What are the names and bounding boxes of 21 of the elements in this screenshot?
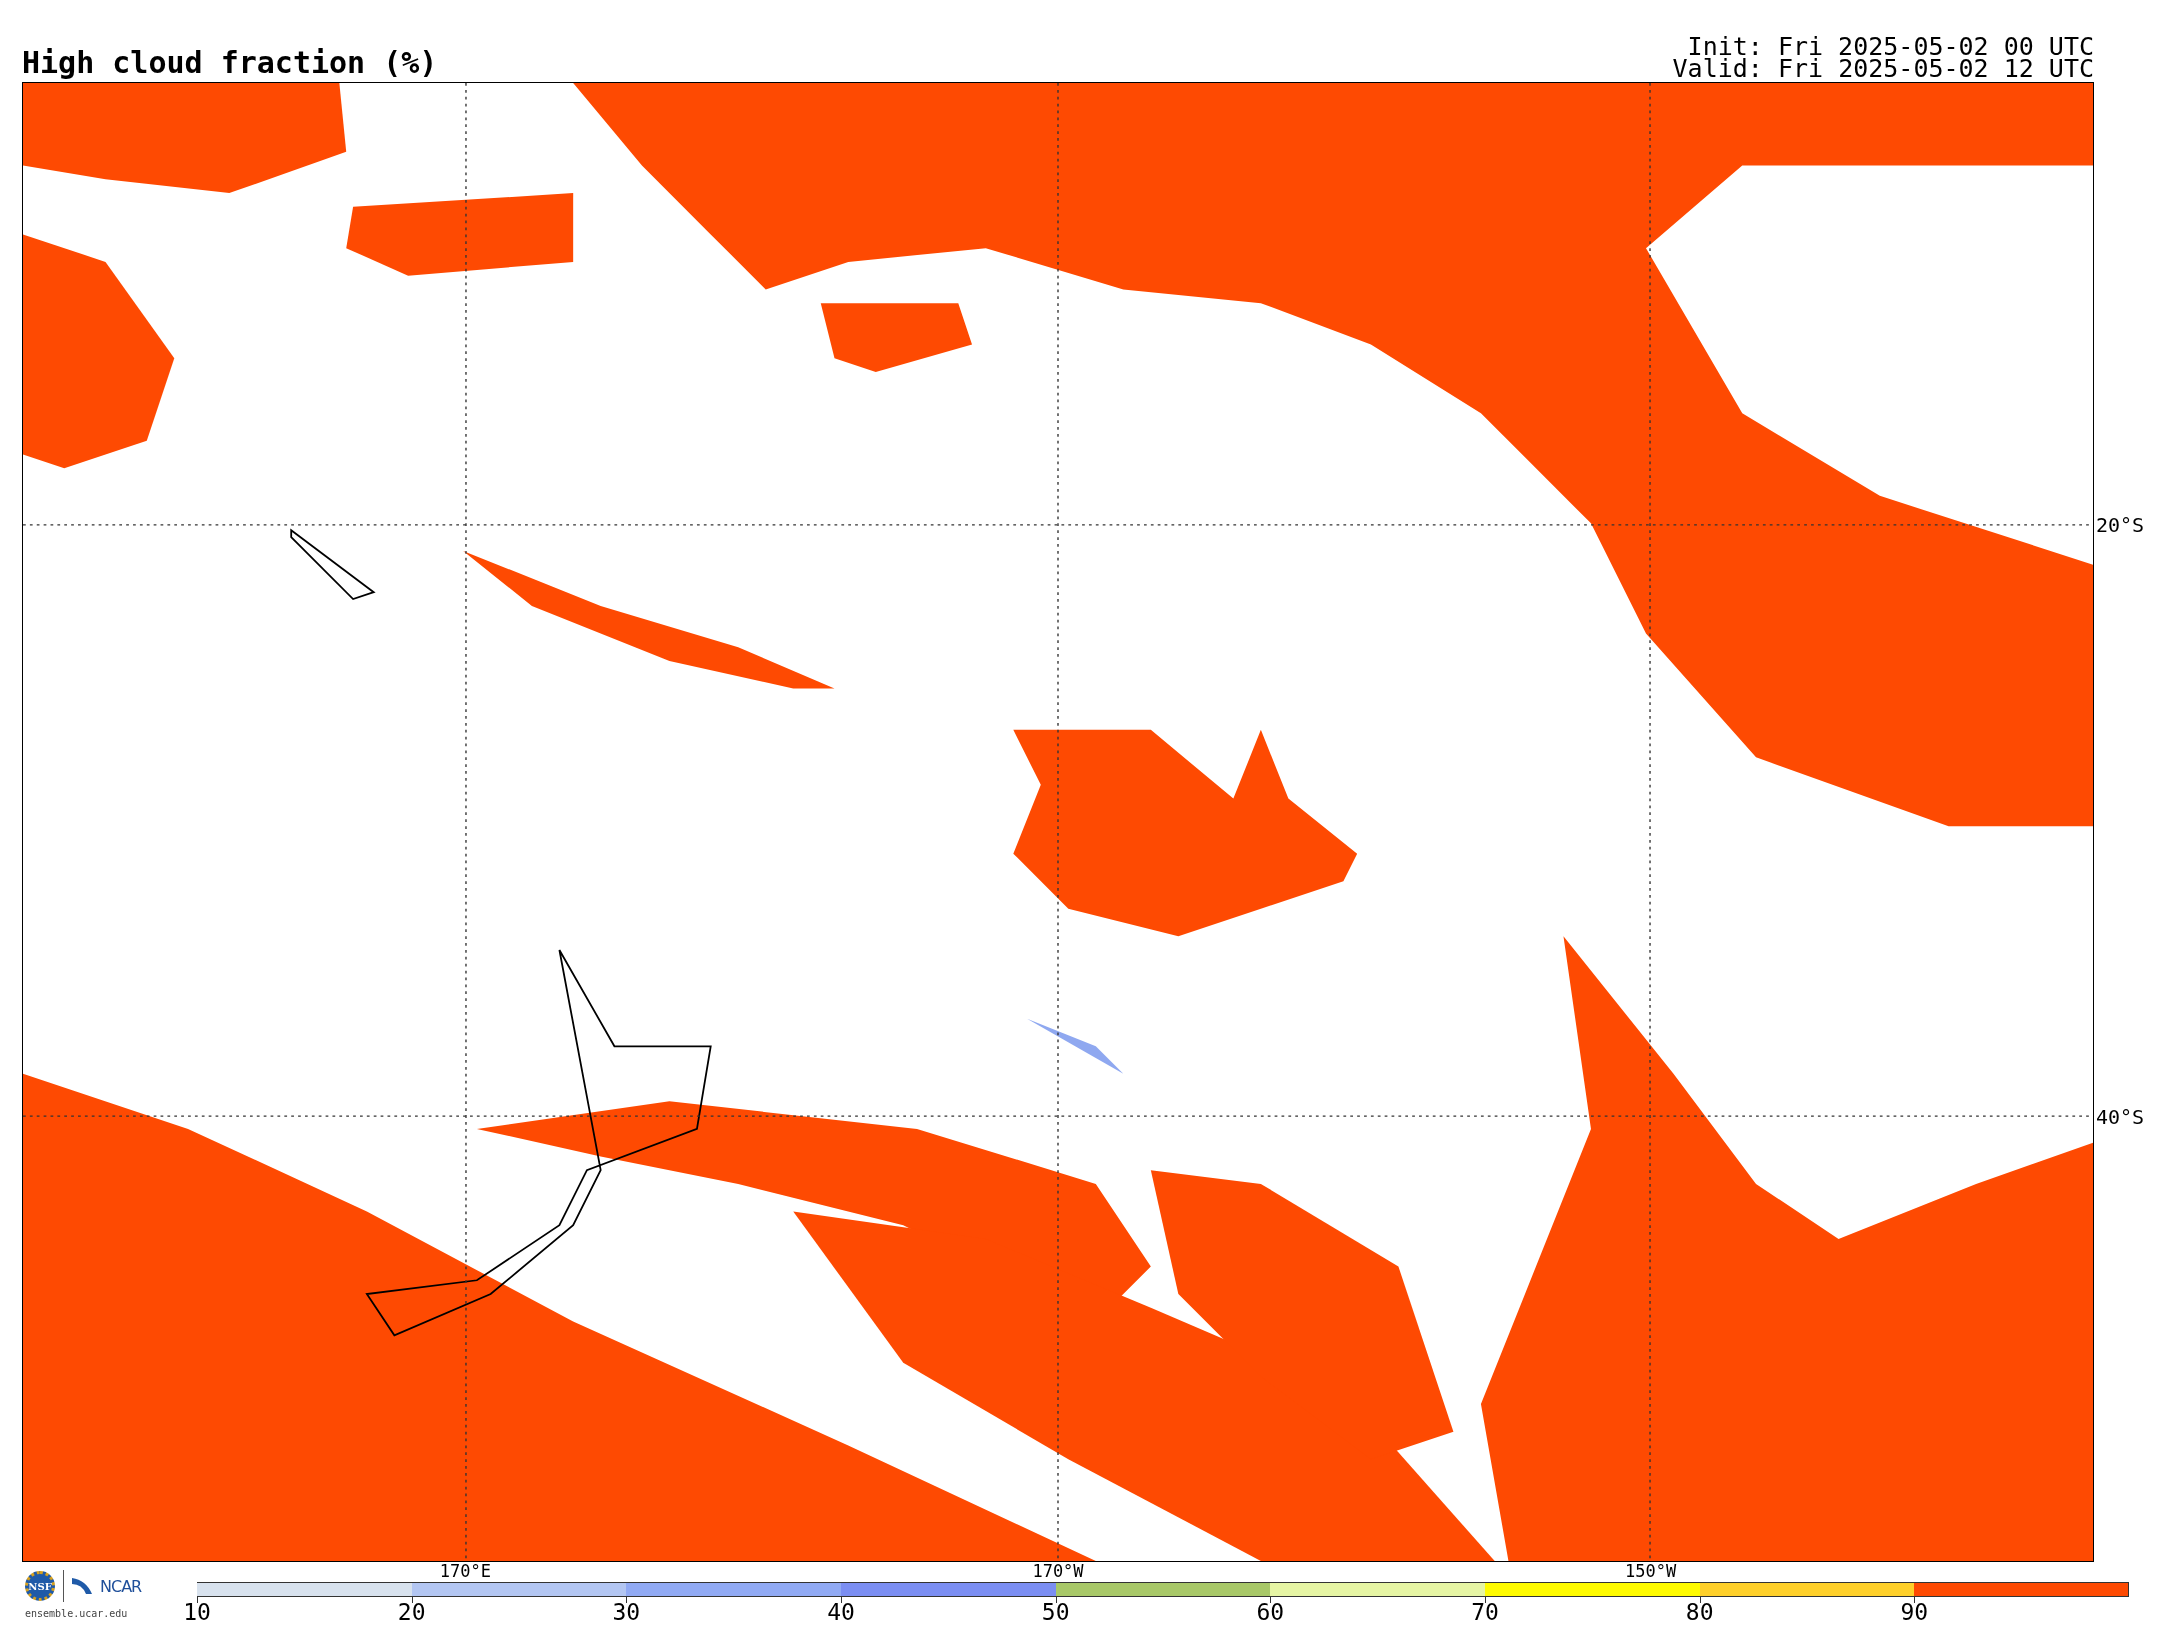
latitude-label: 40°S bbox=[2096, 1106, 2145, 1127]
longitude-label: 170°W bbox=[1032, 1563, 1084, 1580]
colorbar-tick-label: 20 bbox=[397, 1601, 426, 1624]
colorbar-tick-label: 40 bbox=[827, 1601, 855, 1624]
swoosh-icon bbox=[72, 1578, 92, 1594]
seal-logo: NSF bbox=[25, 1571, 55, 1601]
colorbar-tick-label: 60 bbox=[1256, 1601, 1285, 1624]
init-time: Init: Fri 2025-05-02 00 UTC bbox=[1687, 36, 2094, 58]
website-url: ensemble.ucar.edu bbox=[25, 1608, 128, 1619]
valid-time: Valid: Fri 2025-05-02 12 UTC bbox=[1672, 58, 2094, 80]
colorbar-tick-label: 70 bbox=[1471, 1601, 1499, 1624]
longitude-label: 150°W bbox=[1625, 1563, 1677, 1580]
colorbar-tick-label: 90 bbox=[1900, 1601, 1929, 1624]
longitude-label: 170°E bbox=[439, 1563, 491, 1580]
colorbar-tick-label: 10 bbox=[183, 1601, 211, 1624]
latitude-label: 20°S bbox=[2096, 514, 2145, 535]
colorbar-tick-label: 80 bbox=[1685, 1601, 1714, 1624]
colorbar-tick-label: 30 bbox=[612, 1601, 641, 1624]
logo-text: NCAR bbox=[100, 1576, 142, 1596]
colorbar-tick-label: 50 bbox=[1041, 1601, 1070, 1624]
chart-title: High cloud fraction (%) bbox=[22, 48, 438, 78]
